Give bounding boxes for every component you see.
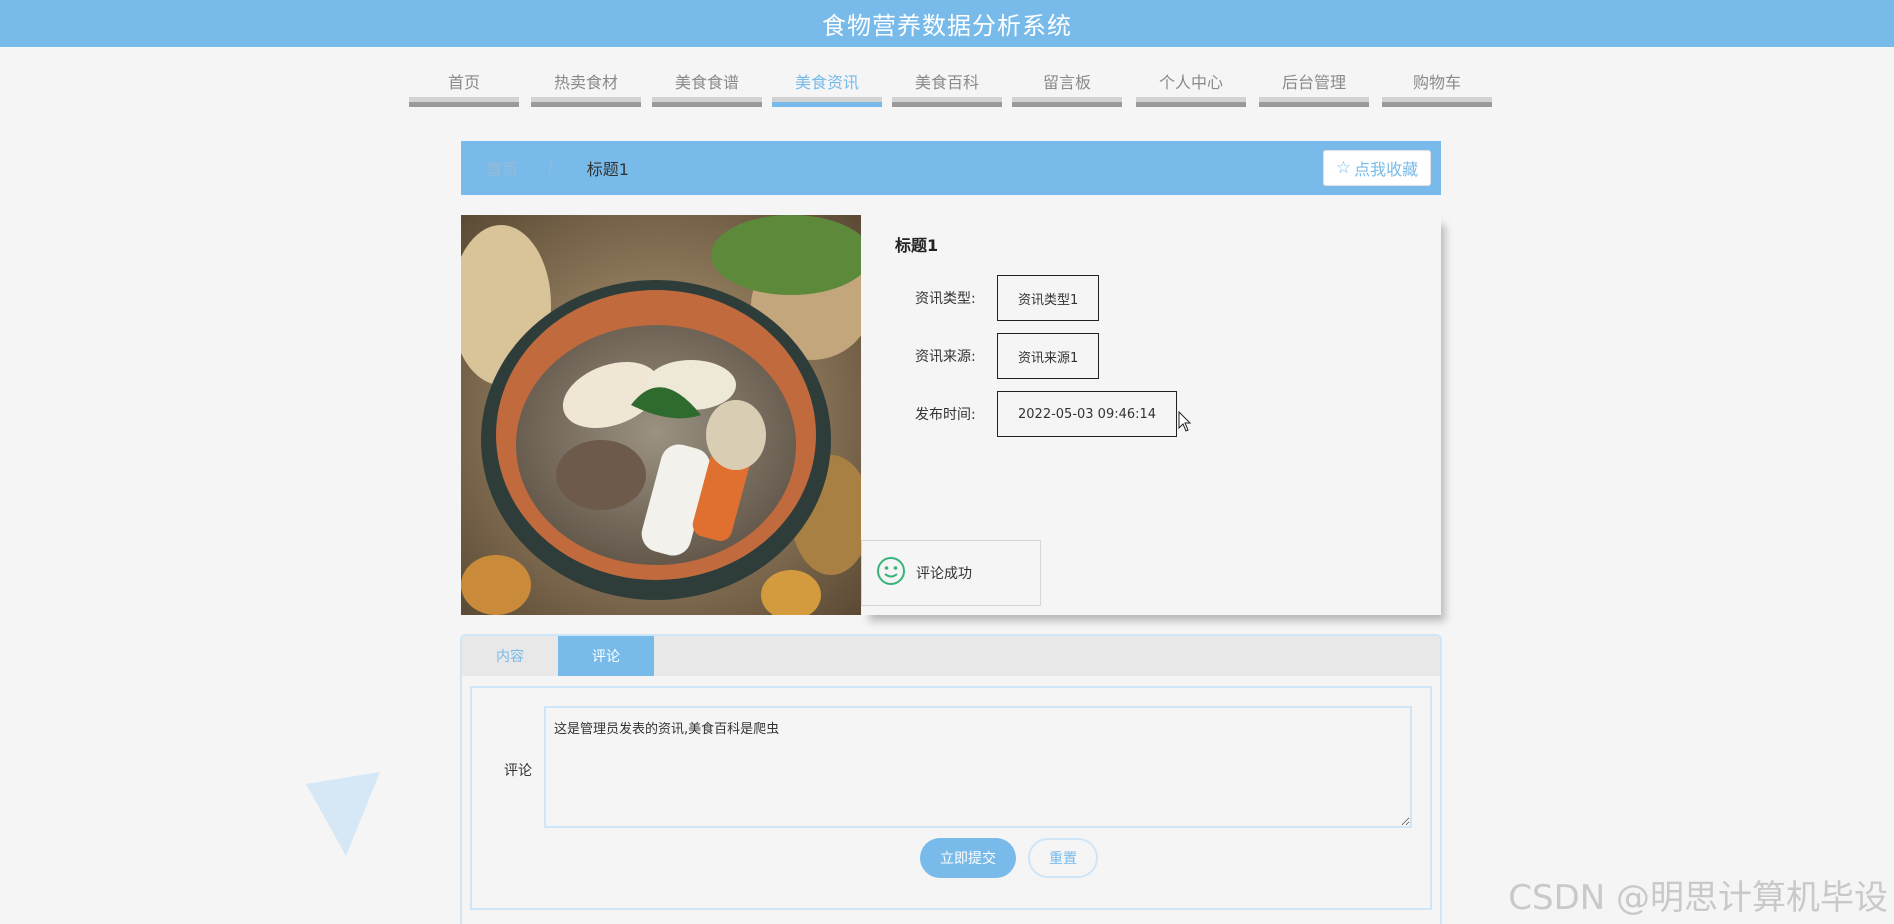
info-row-publish-time: 发布时间: 2022-05-03 09:46:14 bbox=[915, 391, 1178, 437]
comment-input[interactable]: 这是管理员发表的资讯,美食百科是爬虫 bbox=[544, 706, 1412, 828]
breadcrumb: 首页 / 标题1 ☆ 点我收藏 bbox=[461, 141, 1441, 195]
decorative-triangle-icon bbox=[306, 772, 382, 862]
nav-item-news[interactable]: 美食资讯 bbox=[772, 47, 882, 110]
submit-comment-button[interactable]: 立即提交 bbox=[920, 838, 1016, 878]
main-nav: 首页 热卖食材 美食食谱 美食资讯 美食百科 留言板 个人中心 后台管理 购物车 bbox=[0, 47, 1894, 113]
info-value-source: 资讯来源1 bbox=[997, 333, 1100, 379]
breadcrumb-home-link[interactable]: 首页 bbox=[486, 156, 518, 180]
nav-item-label: 美食食谱 bbox=[674, 73, 739, 92]
mouse-cursor-icon bbox=[1178, 410, 1192, 437]
nav-item-bar bbox=[409, 97, 519, 107]
smile-icon bbox=[876, 556, 906, 590]
site-header: 食物营养数据分析系统 bbox=[0, 0, 1894, 47]
nav-item-bar bbox=[1259, 97, 1369, 107]
info-value-publish-time: 2022-05-03 09:46:14 bbox=[997, 391, 1178, 437]
nav-item-bar bbox=[1382, 97, 1492, 107]
nav-item-bar bbox=[892, 97, 1002, 107]
info-value-type: 资讯类型1 bbox=[997, 275, 1100, 321]
nav-item-recipes[interactable]: 美食食谱 bbox=[652, 47, 762, 110]
info-label: 资讯类型: bbox=[915, 291, 976, 307]
nav-item-label: 热卖食材 bbox=[553, 73, 618, 92]
nav-item-label: 购物车 bbox=[1412, 73, 1461, 92]
news-title: 标题1 bbox=[895, 236, 939, 255]
nav-item-admin[interactable]: 后台管理 bbox=[1259, 47, 1369, 110]
nav-item-home[interactable]: 首页 bbox=[409, 47, 519, 110]
nav-item-user-center[interactable]: 个人中心 bbox=[1136, 47, 1246, 110]
soup-pot-illustration bbox=[461, 215, 861, 615]
info-row-source: 资讯来源: 资讯来源1 bbox=[915, 333, 1100, 379]
nav-item-bar bbox=[1012, 97, 1122, 107]
watermark: CSDN @明思计算机毕设 bbox=[1508, 878, 1888, 918]
favorite-button[interactable]: ☆ 点我收藏 bbox=[1323, 150, 1431, 186]
success-toast: 评论成功 bbox=[861, 540, 1041, 606]
nav-item-label: 美食百科 bbox=[914, 73, 979, 92]
nav-item-label: 个人中心 bbox=[1158, 73, 1223, 92]
info-label: 发布时间: bbox=[915, 407, 976, 423]
reset-button[interactable]: 重置 bbox=[1028, 838, 1098, 878]
nav-item-encyclopedia[interactable]: 美食百科 bbox=[892, 47, 1002, 110]
favorite-button-label: 点我收藏 bbox=[1354, 160, 1419, 179]
nav-item-message-board[interactable]: 留言板 bbox=[1012, 47, 1122, 110]
comment-form: 评论 这是管理员发表的资讯,美食百科是爬虫 立即提交 重置 bbox=[470, 686, 1432, 910]
nav-item-bar bbox=[531, 97, 641, 107]
breadcrumb-separator: / bbox=[548, 160, 553, 176]
nav-item-bar bbox=[1136, 97, 1246, 107]
star-outline-icon: ☆ bbox=[1335, 158, 1352, 178]
nav-item-label: 首页 bbox=[447, 73, 480, 92]
nav-item-bar bbox=[772, 97, 882, 107]
nav-item-bar bbox=[652, 97, 762, 107]
tab-comments[interactable]: 评论 bbox=[558, 636, 654, 676]
nav-item-hot-ingredients[interactable]: 热卖食材 bbox=[531, 47, 641, 110]
content-tabs-panel: 内容 评论 评论 这是管理员发表的资讯,美食百科是爬虫 立即提交 重置 bbox=[460, 634, 1442, 924]
site-title: 食物营养数据分析系统 bbox=[822, 12, 1072, 40]
comment-label: 评论 bbox=[504, 763, 532, 779]
tab-content[interactable]: 内容 bbox=[462, 636, 558, 676]
nav-item-label: 美食资讯 bbox=[794, 73, 859, 92]
nav-item-cart[interactable]: 购物车 bbox=[1382, 47, 1492, 110]
breadcrumb-current: 标题1 bbox=[586, 160, 629, 179]
info-label: 资讯来源: bbox=[915, 349, 976, 365]
toast-message: 评论成功 bbox=[916, 566, 972, 582]
news-image bbox=[461, 215, 861, 615]
tab-header: 内容 评论 bbox=[462, 636, 1440, 676]
info-row-type: 资讯类型: 资讯类型1 bbox=[915, 275, 1100, 321]
nav-item-label: 留言板 bbox=[1042, 73, 1091, 92]
nav-item-label: 后台管理 bbox=[1281, 73, 1346, 92]
